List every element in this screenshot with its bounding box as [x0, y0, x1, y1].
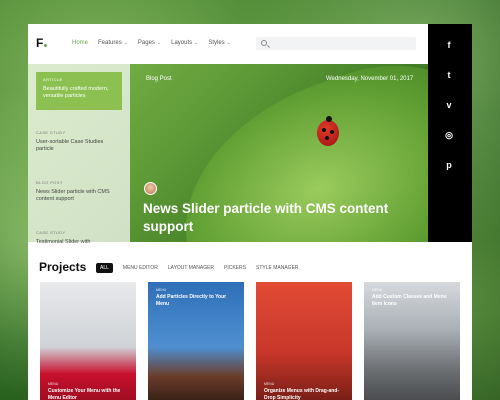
- sidebar-item-case-study-2[interactable]: CASE STUDY Testimonial Slider with: [36, 230, 122, 246]
- facebook-icon[interactable]: f: [442, 38, 456, 52]
- chevron-down-icon: ⌄: [123, 40, 128, 46]
- project-card[interactable]: MENU Customize Your Menu with the Menu E…: [40, 282, 136, 400]
- project-card-caption: Add Particles Directly to Your Menu: [156, 294, 227, 307]
- project-card-caption: Add Custom Classes and Menu Item Icons: [372, 294, 447, 307]
- hero-title[interactable]: News Slider particle with CMS content su…: [143, 200, 413, 235]
- project-card-tag: MENU: [264, 382, 275, 386]
- search-icon: [261, 40, 267, 46]
- projects-section: Projects ALL MENU EDITOR LAYOUT MANAGER …: [28, 256, 472, 400]
- sidebar-item-blog-post[interactable]: BLOG POST News Slider particle with CMS …: [36, 180, 122, 204]
- top-navigation-bar: F Home Features ⌄ Pages ⌄ Layouts ⌄ Styles ⌄: [28, 24, 428, 64]
- main-nav: Home Features ⌄ Pages ⌄ Layouts ⌄ Styles ⌄: [72, 40, 231, 46]
- project-card[interactable]: MENU Add Particles Directly to Your Menu: [148, 282, 244, 400]
- nav-item-layouts[interactable]: Layouts ⌄: [171, 40, 198, 46]
- project-card-tag: MENU: [48, 382, 59, 386]
- main-panel: F Home Features ⌄ Pages ⌄ Layouts ⌄ Styles ⌄…: [28, 24, 472, 400]
- site-logo[interactable]: F: [36, 36, 48, 50]
- sidebar-item-category: BLOG POST: [36, 180, 63, 185]
- chevron-down-icon: ⌄: [194, 40, 199, 46]
- projects-filters: ALL MENU EDITOR LAYOUT MANAGER PICKERS S…: [96, 263, 299, 273]
- search-input[interactable]: [256, 37, 416, 50]
- filter-all[interactable]: ALL: [96, 263, 113, 273]
- pinterest-icon[interactable]: p: [442, 158, 456, 172]
- sidebar-item-category: CASE STUDY: [36, 130, 66, 135]
- project-card-tag: MENU: [372, 288, 383, 292]
- sidebar-item-article[interactable]: ARTICLE Beautifully crafted modern, vers…: [36, 72, 122, 110]
- nav-item-features[interactable]: Features ⌄: [98, 40, 128, 46]
- twitter-icon[interactable]: t: [442, 68, 456, 82]
- chevron-down-icon: ⌄: [156, 40, 162, 46]
- nav-item-home[interactable]: Home: [72, 40, 88, 46]
- instagram-icon[interactable]: ◎: [442, 128, 456, 142]
- news-slider-sidebar: ARTICLE Beautifully crafted modern, vers…: [28, 64, 130, 245]
- hero-post-label: Blog Post: [146, 76, 172, 82]
- project-card[interactable]: MENU Organize Menus with Drag-and-Drop S…: [256, 282, 352, 400]
- project-card-caption: Organize Menus with Drag-and-Drop Simpli…: [264, 388, 340, 400]
- sidebar-item-title: Beautifully crafted modern, versatile pa…: [43, 86, 109, 100]
- sidebar-item-title: Testimonial Slider with: [36, 239, 91, 245]
- filter-menu-editor[interactable]: MENU EDITOR: [123, 265, 158, 271]
- sidebar-item-title: News Slider particle with CMS content su…: [36, 189, 110, 203]
- filter-layout-manager[interactable]: LAYOUT MANAGER: [168, 265, 214, 271]
- projects-title: Projects: [39, 260, 87, 274]
- chevron-down-icon: ⌄: [226, 40, 231, 46]
- sidebar-item-case-study[interactable]: CASE STUDY User-sortable Case Studies pa…: [36, 130, 122, 154]
- project-card[interactable]: MENU Add Custom Classes and Menu Item Ic…: [364, 282, 460, 400]
- sidebar-item-title: User-sortable Case Studies particle: [36, 139, 104, 153]
- hero-post-date: Wednesday, November 01, 2017: [326, 76, 414, 82]
- project-card-tag: MENU: [156, 288, 167, 292]
- vimeo-icon[interactable]: v: [442, 98, 456, 112]
- nav-item-pages[interactable]: Pages ⌄: [138, 40, 161, 46]
- filter-style-manager[interactable]: STYLE MANAGER: [256, 265, 299, 271]
- project-card-caption: Customize Your Menu with the Menu Editor: [48, 388, 121, 400]
- avatar: [144, 182, 157, 195]
- filter-pickers[interactable]: PICKERS: [224, 265, 246, 271]
- nav-item-styles[interactable]: Styles ⌄: [208, 40, 231, 46]
- sidebar-item-category: CASE STUDY: [36, 230, 66, 235]
- social-sidebar: f t v ◎ p: [428, 24, 472, 242]
- sidebar-item-category: ARTICLE: [43, 77, 63, 82]
- hero-image-ladybug: [317, 116, 339, 146]
